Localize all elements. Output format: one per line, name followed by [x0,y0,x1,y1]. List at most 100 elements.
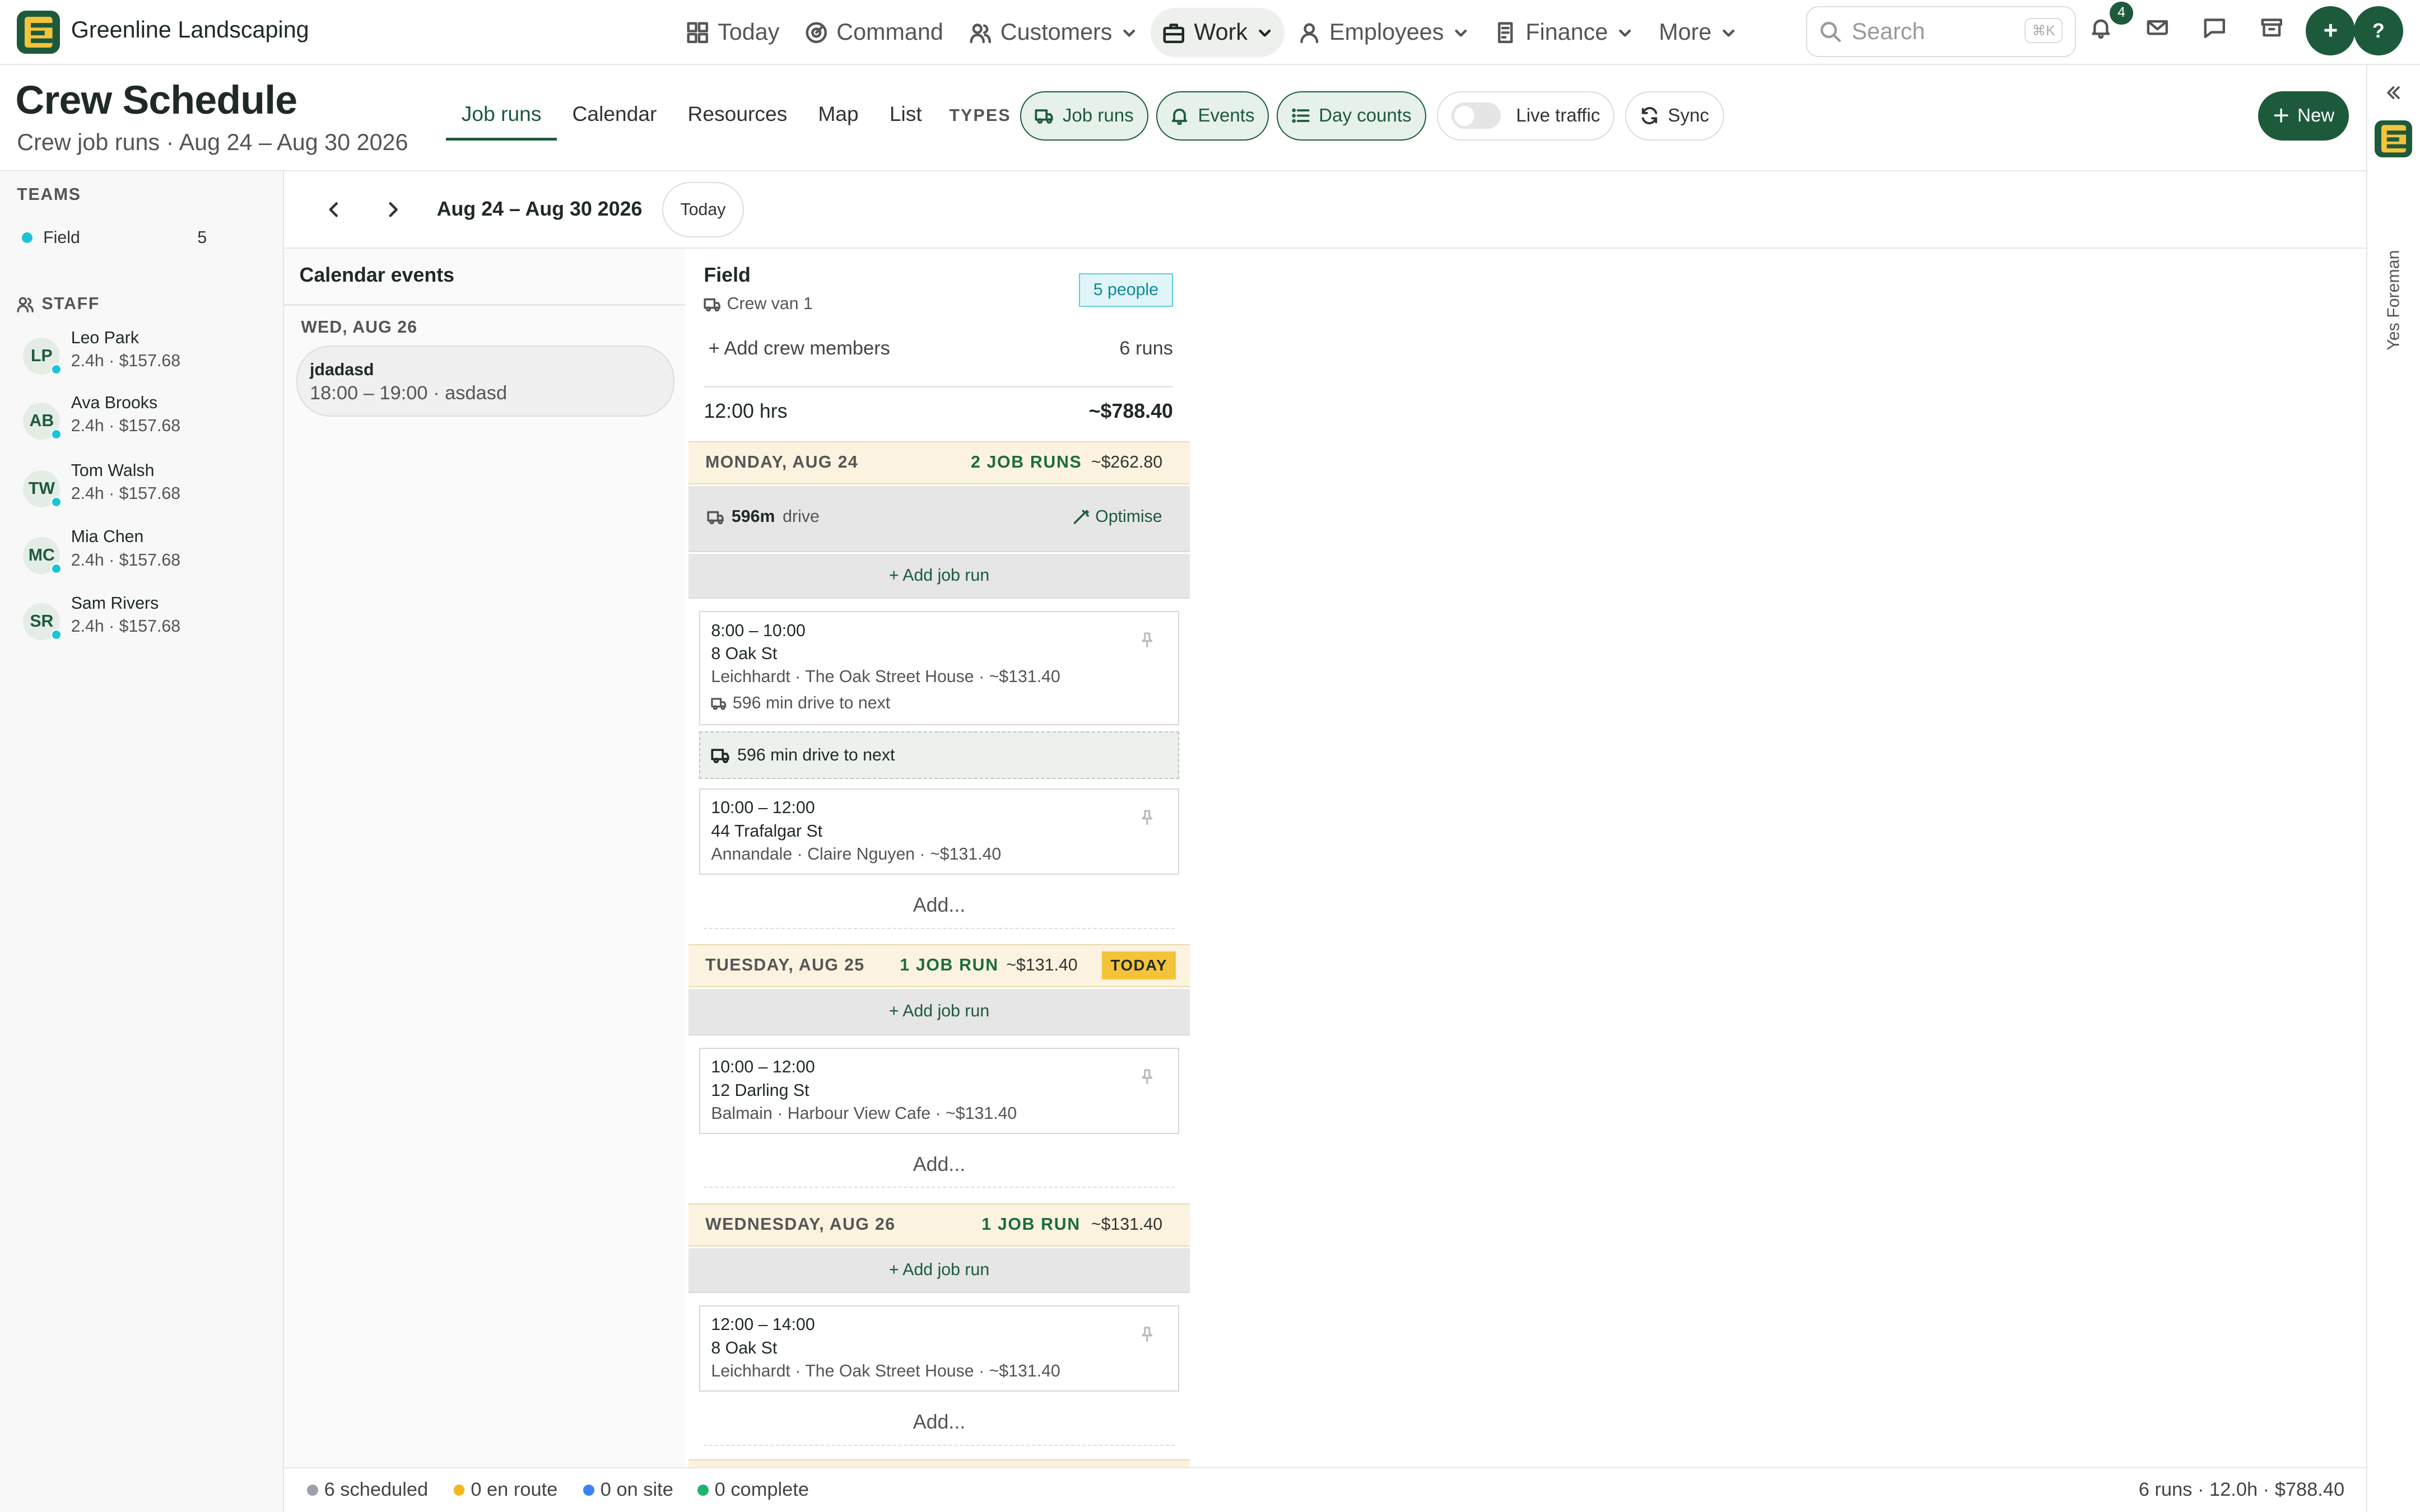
nav-command[interactable]: Command [793,8,956,57]
day-run-count: 2 JOB RUNS [970,453,1082,472]
archive-button[interactable] [2261,17,2289,45]
nav-employees[interactable]: Employees [1286,8,1481,57]
pin-icon[interactable] [1139,632,1155,648]
staff-item[interactable]: AB Ava Brooks 2.4h · $157.68 [23,394,278,443]
add-job-run-bar[interactable]: + Add job run [688,554,1190,599]
filter-events-label: Events [1198,105,1255,126]
chevron-down-icon [1723,29,1735,37]
calendar-event[interactable]: jdadasd 18:00 – 19:00 · asdasd [296,346,674,417]
add-job-run-button[interactable]: + Add job run [688,989,1190,1034]
day-amount: ~$262.80 [1091,453,1163,472]
staff-item[interactable]: SR Sam Rivers 2.4h · $157.68 [23,594,278,643]
add-job-run-bar[interactable]: + Add job run [688,989,1190,1035]
status-dot [50,364,62,375]
live-traffic-toggle[interactable]: Live traffic [1437,91,1614,141]
chevron-left-icon[interactable] [323,199,345,221]
job-card[interactable]: 8:00 – 10:00 8 Oak St Leichhardt · The O… [699,611,1179,725]
today-badge: TODAY [1102,951,1176,979]
app-logo-icon[interactable] [17,11,61,54]
job-address: 8 Oak St [711,644,778,663]
pin-icon[interactable] [1139,1327,1155,1342]
tab-list[interactable]: List [874,90,937,141]
nav-work-label: Work [1194,19,1248,45]
staff-item[interactable]: TW Tom Walsh 2.4h · $157.68 [23,461,278,511]
chevron-right-icon[interactable] [383,199,404,221]
day-amount: ~$131.40 [1006,956,1078,975]
filter-job-runs[interactable]: Job runs [1020,91,1148,141]
briefcase-icon [1163,23,1185,43]
optimise-button[interactable]: Optimise [1072,507,1162,526]
job-time: 10:00 – 12:00 [711,1058,815,1077]
status-en-route: 0 en route [454,1479,557,1501]
sync-button[interactable]: Sync [1625,91,1724,141]
add-crew-members-button[interactable]: + Add crew members [709,338,890,360]
tab-job-runs[interactable]: Job runs [446,90,557,141]
staff-heading: STAFF [17,295,100,314]
optimise-label: Optimise [1095,507,1162,526]
date-toolbar: Aug 24 – Aug 30 2026 Today [283,171,2366,249]
nav-customers[interactable]: Customers [957,8,1150,57]
add-job-run-button[interactable]: + Add job run [688,554,1190,598]
quick-add-button[interactable]: + [2306,6,2356,56]
nav-work[interactable]: Work [1151,7,1285,57]
team-title: Field [704,264,751,287]
event-detail: 18:00 – 19:00 · asdasd [310,382,508,404]
nav-today[interactable]: Today [674,8,792,57]
calendar-day-label: WED, AUG 26 [301,318,418,337]
tab-calendar[interactable]: Calendar [557,90,672,141]
filter-job-runs-label: Job runs [1062,105,1134,126]
new-button[interactable]: New [2258,91,2349,141]
status-dot [697,1485,709,1496]
add-job-run-button[interactable]: + Add job run [688,1248,1190,1292]
invoice-icon [1498,22,1513,43]
status-complete: 0 complete [697,1479,809,1501]
staff-name: Sam Rivers [71,594,159,613]
people-count-badge: 5 people [1078,273,1173,307]
pin-icon[interactable] [1139,810,1155,825]
job-detail: Leichhardt · The Oak Street House · ~$13… [711,668,1060,687]
foreman-logo-icon[interactable] [2375,120,2412,157]
tab-map[interactable]: Map [803,90,874,141]
drive-value: 596m [731,507,775,526]
nav-finance[interactable]: Finance [1482,8,1645,57]
view-tabs: Job runs Calendar Resources Map List [446,90,937,141]
team-color-dot [21,232,32,244]
tab-resources[interactable]: Resources [672,90,803,141]
staff-name: Leo Park [71,328,139,347]
filter-day-counts[interactable]: Day counts [1276,91,1426,141]
staff-item[interactable]: MC Mia Chen 2.4h · $157.68 [23,528,278,577]
filter-day-counts-label: Day counts [1319,105,1412,126]
day-name: TUESDAY, AUG 25 [705,956,865,975]
job-time: 12:00 – 14:00 [711,1315,815,1334]
today-button[interactable]: Today [662,182,744,238]
search-input[interactable]: Search ⌘K [1805,6,2076,57]
collapse-icon[interactable] [2384,83,2403,102]
staff-name: Mia Chen [71,528,144,547]
help-button[interactable]: ? [2353,6,2403,56]
nav-more[interactable]: More [1646,8,1748,57]
page-subtitle: Crew job runs · Aug 24 – Aug 30 2026 [17,129,408,156]
pin-icon[interactable] [1139,1068,1155,1085]
toggle-switch[interactable] [1451,102,1501,129]
truck-icon [1035,109,1053,124]
status-label: 6 scheduled [324,1479,429,1501]
day-name: MONDAY, AUG 24 [705,453,859,472]
job-card[interactable]: 10:00 – 12:00 44 Trafalgar St Annandale … [699,788,1179,875]
nav-finance-label: Finance [1525,19,1608,45]
filter-events[interactable]: Events [1156,91,1269,141]
add-job-slot[interactable]: Add... [704,1399,1175,1446]
job-card[interactable]: 10:00 – 12:00 12 Darling St Balmain · Ha… [699,1047,1179,1135]
messages-button[interactable] [2204,17,2232,45]
staff-meta: 2.4h · $157.68 [71,484,181,503]
job-card[interactable]: 12:00 – 14:00 8 Oak St Leichhardt · The … [699,1305,1179,1392]
chevron-down-icon [1455,29,1467,37]
mail-button[interactable] [2147,17,2175,45]
staff-item[interactable]: LP Leo Park 2.4h · $157.68 [23,329,278,378]
truck-icon [711,749,729,764]
team-field[interactable]: Field 5 [21,228,207,248]
sync-label: Sync [1668,105,1709,126]
add-job-run-bar[interactable]: + Add job run [688,1248,1190,1293]
drive-label: drive [783,507,820,526]
add-job-slot[interactable]: Add... [704,1142,1175,1188]
add-job-slot[interactable]: Add... [704,883,1175,929]
